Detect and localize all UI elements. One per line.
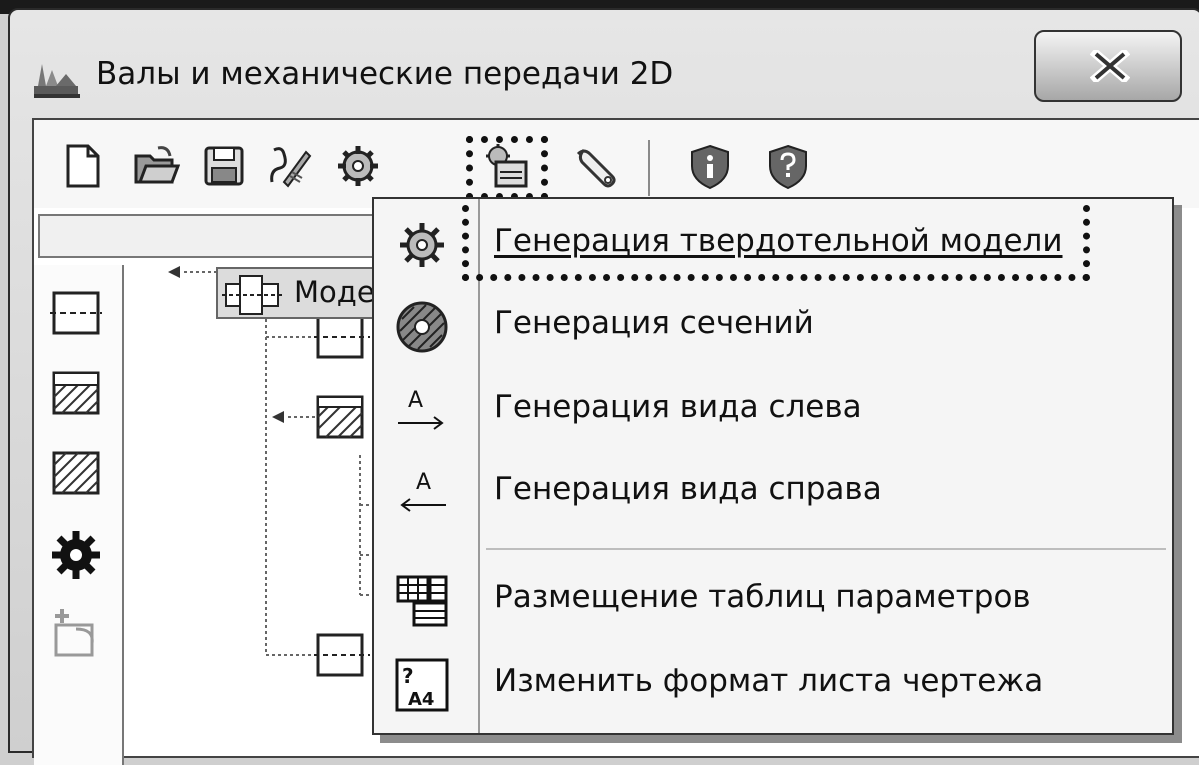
generate-dropdown-menu: Генерация твердотельной модели Генерация… bbox=[372, 197, 1174, 735]
menu-item-right-view[interactable]: А Генерация вида справа bbox=[374, 453, 1172, 533]
close-button[interactable] bbox=[1034, 30, 1182, 102]
open-folder-icon[interactable] bbox=[132, 142, 180, 190]
left-tool-panel bbox=[34, 265, 124, 765]
table-icon bbox=[396, 575, 448, 627]
new-document-icon[interactable] bbox=[58, 142, 106, 190]
menu-item-label: Изменить формат листа чертежа bbox=[494, 663, 1044, 699]
menu-item-sections[interactable]: Генерация сечений bbox=[374, 287, 1172, 367]
gear-icon[interactable] bbox=[334, 142, 382, 190]
title-bar[interactable]: Валы и механические передачи 2D bbox=[10, 10, 1199, 118]
edit-sketch-icon[interactable] bbox=[266, 142, 314, 190]
wrench-icon[interactable] bbox=[574, 142, 622, 190]
right-view-arrow-icon: А bbox=[400, 470, 446, 512]
menu-icon-text: А bbox=[408, 388, 423, 413]
section-icon bbox=[396, 301, 448, 353]
app-logo-icon bbox=[34, 64, 80, 98]
toolbar bbox=[34, 120, 1199, 208]
toolbar-separator bbox=[648, 140, 650, 196]
shaft-bore-icon[interactable] bbox=[48, 445, 104, 501]
close-icon bbox=[1090, 50, 1130, 82]
menu-item-param-tables[interactable]: Размещение таблиц параметров bbox=[374, 561, 1172, 641]
menu-item-solid-model[interactable]: Генерация твердотельной модели bbox=[374, 205, 1172, 285]
add-element-icon[interactable] bbox=[48, 605, 104, 661]
toolbar-highlight bbox=[466, 136, 548, 200]
gear-icon bbox=[400, 223, 444, 267]
shaft-hollow-icon[interactable] bbox=[48, 365, 104, 421]
menu-item-label: Генерация сечений bbox=[494, 305, 814, 341]
menu-item-sheet-format[interactable]: ? А4 Изменить формат листа чертежа bbox=[374, 645, 1172, 725]
shaft-model-icon bbox=[222, 275, 282, 315]
menu-separator bbox=[486, 548, 1166, 550]
menu-item-label: Генерация вида справа bbox=[494, 471, 882, 507]
help-shield-icon[interactable] bbox=[764, 142, 812, 190]
shaft-cylinder-icon[interactable] bbox=[48, 285, 104, 341]
menu-icon-text: А bbox=[416, 470, 431, 495]
menu-item-left-view[interactable]: А Генерация вида слева bbox=[374, 371, 1172, 451]
gear-black-icon[interactable] bbox=[48, 527, 104, 583]
menu-icon-text: А4 bbox=[408, 689, 434, 710]
menu-item-label: Генерация вида слева bbox=[494, 389, 862, 425]
info-shield-icon[interactable] bbox=[686, 142, 734, 190]
menu-item-highlight bbox=[462, 205, 1090, 281]
left-view-arrow-icon: А bbox=[398, 388, 444, 430]
save-icon[interactable] bbox=[200, 142, 248, 190]
sheet-format-icon: ? А4 bbox=[395, 658, 449, 712]
command-input[interactable] bbox=[38, 214, 398, 258]
window-title: Валы и механические передачи 2D bbox=[96, 56, 674, 92]
menu-item-label: Размещение таблиц параметров bbox=[494, 579, 1031, 615]
svg-text:?: ? bbox=[402, 664, 414, 688]
